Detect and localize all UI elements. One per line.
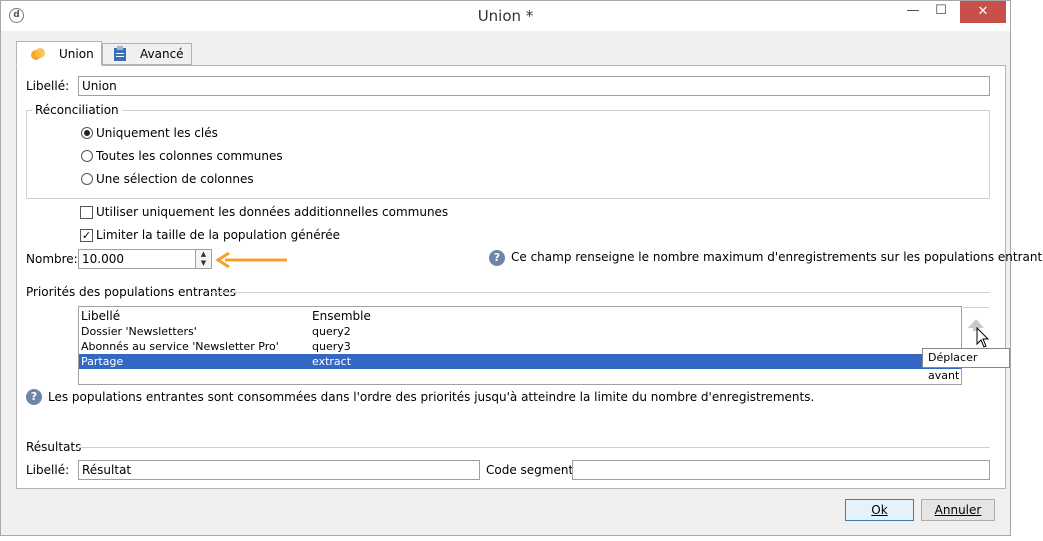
annuler-button[interactable]: Annuler bbox=[921, 499, 995, 521]
spinner-down-icon[interactable]: ▼ bbox=[196, 259, 211, 268]
list-header: Libellé Ensemble bbox=[79, 309, 961, 324]
resultats-libelle-label: Libellé: bbox=[26, 463, 70, 477]
union-circles-icon bbox=[31, 48, 45, 60]
radio-toutes-colonnes[interactable] bbox=[81, 150, 93, 162]
tab-union-label: Union bbox=[59, 47, 94, 61]
row-ensemble: query3 bbox=[312, 340, 351, 353]
resultats-libelle-input[interactable]: Résultat bbox=[78, 460, 480, 480]
list-item[interactable]: Abonnés au service 'Newsletter Pro' quer… bbox=[79, 339, 961, 354]
ok-button[interactable]: Ok bbox=[845, 499, 914, 521]
list-item-selected[interactable]: Partage extract bbox=[79, 354, 961, 369]
minimize-button[interactable]: — bbox=[900, 1, 926, 23]
radio-uniquement-cles[interactable] bbox=[81, 127, 93, 139]
tab-avance[interactable]: Avancé bbox=[102, 43, 192, 65]
title-bar[interactable]: d Union * — ☐ ✕ bbox=[1, 1, 1010, 31]
spinner-up-icon[interactable]: ▲ bbox=[196, 250, 211, 259]
row-libelle: Dossier 'Newsletters' bbox=[81, 325, 197, 338]
clipboard-icon bbox=[114, 46, 126, 61]
row-ensemble: query2 bbox=[312, 325, 351, 338]
libelle-input[interactable]: Union bbox=[78, 76, 990, 96]
maximize-button[interactable]: ☐ bbox=[928, 1, 954, 23]
priorites-title: Priorités des populations entrantes bbox=[26, 285, 236, 299]
column-header-ensemble[interactable]: Ensemble bbox=[312, 309, 371, 324]
row-libelle: Abonnés au service 'Newsletter Pro' bbox=[81, 340, 279, 353]
checkbox-limiter-taille-label: Limiter la taille de la population génér… bbox=[96, 228, 341, 242]
nombre-label: Nombre: bbox=[26, 252, 78, 266]
priorites-help-text: Les populations entrantes sont consommée… bbox=[48, 390, 815, 404]
help-icon-priorites: ? bbox=[26, 389, 42, 405]
checkbox-donnees-additionnelles-label: Utiliser uniquement les données addition… bbox=[96, 205, 449, 219]
row-libelle: Partage bbox=[81, 355, 124, 368]
checkbox-limiter-taille[interactable]: ✓ bbox=[80, 229, 93, 242]
help-icon-nombre: ? bbox=[489, 250, 505, 266]
checkbox-donnees-additionnelles[interactable] bbox=[80, 206, 93, 219]
reconciliation-title: Réconciliation bbox=[32, 103, 122, 117]
column-header-libelle[interactable]: Libellé bbox=[81, 309, 120, 324]
radio-selection-colonnes[interactable] bbox=[81, 173, 93, 185]
nombre-help-text: Ce champ renseigne le nombre maximum d'e… bbox=[511, 250, 1043, 264]
nombre-input[interactable]: 10.000 bbox=[78, 249, 196, 269]
orange-arrow-icon bbox=[215, 251, 287, 269]
tab-union[interactable]: Union bbox=[16, 41, 102, 66]
libelle-label: Libellé: bbox=[26, 79, 70, 93]
code-segment-input[interactable] bbox=[572, 460, 990, 480]
mouse-cursor-icon bbox=[976, 327, 990, 348]
priorites-divider bbox=[211, 292, 990, 293]
annuler-button-label: Annuler bbox=[934, 503, 982, 517]
code-segment-label: Code segment: bbox=[486, 463, 578, 477]
deplacer-avant-tooltip: Déplacer avant bbox=[922, 348, 1010, 382]
radio-uniquement-cles-label: Uniquement les clés bbox=[96, 126, 218, 140]
dialog-window: d Union * — ☐ ✕ Union Avancé Libellé: Un… bbox=[0, 0, 1043, 536]
row-ensemble: extract bbox=[312, 355, 352, 368]
ok-button-label: Ok bbox=[871, 503, 888, 517]
tab-avance-label: Avancé bbox=[140, 47, 184, 61]
list-item[interactable]: Dossier 'Newsletters' query2 bbox=[79, 324, 961, 339]
resultats-divider bbox=[77, 447, 990, 448]
radio-toutes-colonnes-label: Toutes les colonnes communes bbox=[96, 149, 283, 163]
close-button[interactable]: ✕ bbox=[960, 1, 1006, 23]
priorites-divider-right bbox=[963, 307, 989, 308]
window-title: Union * bbox=[477, 7, 534, 25]
priorites-list[interactable]: Libellé Ensemble Dossier 'Newsletters' q… bbox=[78, 306, 962, 385]
nombre-spinner[interactable]: ▲ ▼ bbox=[195, 249, 212, 269]
resultats-title: Résultats bbox=[26, 440, 82, 454]
radio-selection-colonnes-label: Une sélection de colonnes bbox=[96, 172, 254, 186]
